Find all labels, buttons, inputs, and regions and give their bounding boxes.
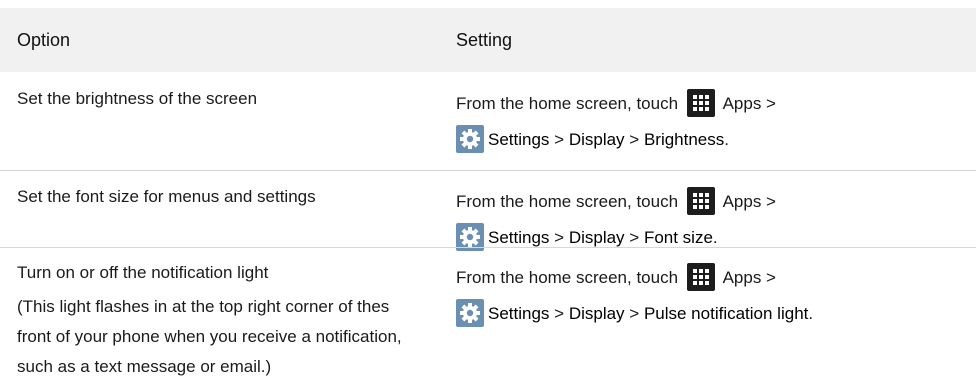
- settings-menu-label: Settings: [488, 130, 550, 149]
- setting-line-1: From the home screen, touch Apps >: [456, 86, 966, 122]
- apps-label: Apps >: [722, 268, 776, 287]
- row-divider: [0, 247, 976, 248]
- setting-prefix: From the home screen, touch: [456, 94, 679, 113]
- gear-icon: [456, 299, 484, 327]
- display-menu-label: Display: [568, 304, 625, 323]
- option-note: (This light flashes in at the top right …: [17, 297, 402, 376]
- setting-line-2: Settings > Display > Brightness.: [456, 122, 966, 158]
- apps-grid-icon: [686, 187, 715, 215]
- apps-label: Apps >: [722, 192, 776, 211]
- option-text: Set the brightness of the screen: [17, 89, 258, 108]
- setting-line-2: Settings > Display > Font size.: [456, 220, 966, 256]
- setting-cell: From the home screen, touch Apps > Setti…: [456, 184, 966, 256]
- option-text: Turn on or off the notification light: [17, 263, 269, 282]
- apps-label: Apps >: [722, 94, 776, 113]
- separator: >: [549, 228, 569, 247]
- row-divider: [0, 170, 976, 171]
- settings-menu-label: Settings: [488, 304, 550, 323]
- display-menu-label: Display: [568, 228, 625, 247]
- option-text: Set the font size for menus and settings: [17, 187, 316, 206]
- period: .: [808, 304, 814, 323]
- target-setting-label: Brightness: [643, 130, 725, 149]
- separator: >: [549, 130, 569, 149]
- setting-line-1: From the home screen, touch Apps >: [456, 260, 966, 296]
- header-option: Option: [17, 30, 71, 50]
- display-menu-label: Display: [568, 130, 625, 149]
- gear-icon: [456, 125, 484, 153]
- option-cell: Turn on or off the notification light (T…: [17, 258, 417, 382]
- table-header: Option Setting: [0, 8, 976, 72]
- setting-line-1: From the home screen, touch Apps >: [456, 184, 966, 220]
- setting-prefix: From the home screen, touch: [456, 192, 679, 211]
- setting-line-2: Settings > Display > Pulse notification …: [456, 296, 966, 332]
- separator: >: [624, 228, 644, 247]
- period: .: [724, 130, 729, 149]
- separator: >: [549, 304, 569, 323]
- target-setting-label: Font size: [643, 228, 713, 247]
- header-setting: Setting: [456, 30, 513, 50]
- settings-menu-label: Settings: [488, 228, 550, 247]
- separator: >: [624, 130, 644, 149]
- period: .: [712, 228, 718, 247]
- setting-prefix: From the home screen, touch: [456, 268, 679, 287]
- separator: >: [624, 304, 644, 323]
- target-setting-label: Pulse notification light: [643, 304, 809, 323]
- setting-cell: From the home screen, touch Apps > Setti…: [456, 86, 966, 158]
- setting-cell: From the home screen, touch Apps > Setti…: [456, 260, 966, 332]
- apps-grid-icon: [686, 263, 715, 291]
- option-cell: Set the brightness of the screen: [17, 84, 417, 114]
- option-cell: Set the font size for menus and settings: [17, 182, 417, 212]
- apps-grid-icon: [686, 89, 715, 117]
